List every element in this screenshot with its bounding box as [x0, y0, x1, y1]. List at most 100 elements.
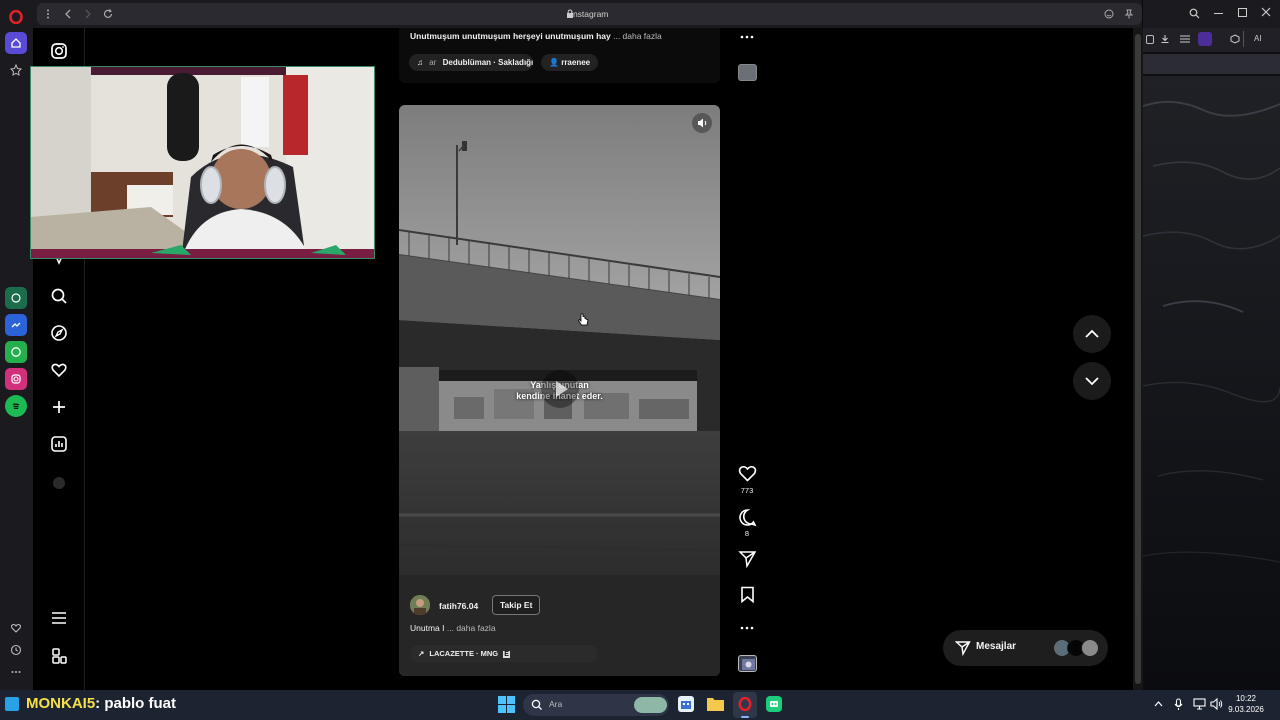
- search-icon[interactable]: [1189, 8, 1200, 19]
- secondary-window-titlebar: [1143, 0, 1280, 28]
- previous-more-options-icon[interactable]: [739, 30, 755, 44]
- previous-audio-prefix: ar: [429, 58, 437, 67]
- previous-audio-thumbnail[interactable]: [738, 64, 757, 81]
- previous-post-footer: Unutmuşum unutmuşum herşeyi unutmuşum ha…: [399, 28, 720, 83]
- instagram-logo-icon[interactable]: [50, 42, 68, 60]
- windows-taskbar: MONKAI5: pablo fuat Ara 10:22 9.03.2026: [0, 690, 1280, 720]
- emoji-icon[interactable]: [1104, 9, 1114, 19]
- previous-caption-text: Unutmuşum unutmuşum herşeyi unutmuşum ha…: [410, 31, 611, 41]
- address-bar[interactable]: Instagram: [37, 3, 1142, 25]
- play-icon: [556, 381, 568, 397]
- webcam-feed: [31, 67, 374, 258]
- dashboard-icon[interactable]: [50, 435, 68, 453]
- comment-bubble-icon[interactable]: [738, 508, 757, 527]
- clock-date: 9.03.2026: [1228, 705, 1264, 714]
- chat-text: : pablo fuat: [95, 695, 176, 712]
- whatsapp-icon[interactable]: [5, 341, 27, 363]
- store-app-icon[interactable]: [678, 696, 694, 712]
- more-options-icon[interactable]: [739, 621, 755, 635]
- next-reel-button[interactable]: [1073, 362, 1111, 400]
- secondary-toolbar: AI: [1143, 28, 1280, 52]
- chevron-down-icon: [1085, 377, 1099, 386]
- profile-avatar-nav[interactable]: [53, 477, 65, 489]
- opera-taskbar-icon: [738, 697, 752, 711]
- toolbar-divider: [1243, 31, 1244, 47]
- file-explorer-icon[interactable]: [707, 696, 724, 711]
- author-avatar[interactable]: [410, 595, 430, 615]
- chevron-up-icon: [1085, 329, 1099, 338]
- play-button[interactable]: [541, 370, 579, 408]
- menu-hamburger-icon[interactable]: [50, 610, 68, 626]
- notifications-heart-icon[interactable]: [50, 361, 68, 379]
- previous-audio-name: Dedublüman · Sakladığı: [442, 58, 533, 67]
- messenger-icon[interactable]: [5, 314, 27, 336]
- instagram-sidebar-icon[interactable]: [5, 368, 27, 390]
- speaker-icon: [698, 118, 707, 128]
- author-username[interactable]: fatih76.04: [439, 601, 478, 611]
- ai-label[interactable]: AI: [1254, 34, 1262, 43]
- close-icon[interactable]: [1261, 7, 1271, 17]
- taskbar-clock[interactable]: 10:22 9.03.2026: [1226, 693, 1266, 715]
- search-nav-icon[interactable]: [50, 287, 68, 305]
- maximize-icon[interactable]: [1238, 8, 1247, 17]
- opera-sidebar: [0, 0, 33, 690]
- previous-user-tag-name: rraenee: [561, 58, 591, 67]
- hand-cursor-icon: [577, 313, 589, 327]
- messages-button[interactable]: Mesajlar: [943, 630, 1108, 666]
- follow-button[interactable]: Takip Et: [492, 595, 541, 615]
- microphone-icon[interactable]: [1174, 698, 1183, 711]
- comment-count: 8: [744, 529, 750, 538]
- taskbar-search-icon: [531, 699, 543, 711]
- favorites-heart-icon[interactable]: [5, 617, 27, 639]
- speed-dial-icon[interactable]: [5, 59, 27, 81]
- opera-logo-icon[interactable]: [5, 6, 27, 28]
- taskbar-search[interactable]: Ara: [523, 694, 669, 716]
- reel-more-link[interactable]: ... daha fazla: [447, 623, 496, 633]
- home-icon[interactable]: [5, 32, 27, 54]
- previous-more-link[interactable]: ... daha fazla: [613, 31, 662, 41]
- dark-water-wallpaper: [1143, 76, 1280, 690]
- explicit-badge: E: [503, 651, 510, 658]
- cube-icon[interactable]: [1230, 34, 1240, 44]
- message-avatar-3: [1081, 639, 1099, 657]
- share-paperplane-icon[interactable]: [738, 550, 757, 568]
- opera-taskbar-button[interactable]: [733, 692, 757, 718]
- volume-icon[interactable]: [1210, 698, 1223, 710]
- chatgpt-icon[interactable]: [5, 287, 27, 309]
- download-icon[interactable]: [1160, 34, 1170, 44]
- minimize-icon[interactable]: [1214, 13, 1223, 14]
- streaming-app-icon[interactable]: [766, 696, 782, 712]
- tray-chevron-up-icon[interactable]: [1154, 700, 1163, 707]
- previous-user-tag[interactable]: 👤 rraenee: [541, 54, 599, 71]
- easy-setup-icon[interactable]: [1180, 35, 1190, 43]
- like-count: 773: [740, 486, 754, 495]
- mute-button[interactable]: [692, 113, 712, 133]
- stream-bot-icon: [5, 697, 19, 711]
- extension-icon[interactable]: [1146, 35, 1154, 44]
- webcam-overlay: [30, 66, 375, 259]
- reel-audio-thumbnail[interactable]: [738, 655, 757, 672]
- previous-reel-button[interactable]: [1073, 315, 1111, 353]
- profile-avatar[interactable]: [1198, 32, 1212, 46]
- sidebar-more-icon[interactable]: [5, 661, 27, 683]
- more-apps-icon[interactable]: [50, 647, 68, 665]
- save-bookmark-icon[interactable]: [740, 586, 755, 603]
- pin-icon[interactable]: [1124, 9, 1134, 19]
- feed-scrollbar[interactable]: [1133, 28, 1143, 690]
- history-clock-icon[interactable]: [5, 639, 27, 661]
- windows-start-icon[interactable]: [498, 696, 515, 713]
- clock-time: 10:22: [1235, 694, 1257, 703]
- reel-audio-pill[interactable]: ↗ LACAZETTE · MNG E: [410, 645, 598, 662]
- music-note-icon: ♫: [417, 58, 423, 67]
- explore-compass-icon[interactable]: [50, 324, 68, 342]
- reel-video[interactable]: Yanlış unutan kendine ihanet eder. fatih…: [399, 105, 720, 676]
- audio-arrow-icon: ↗: [418, 649, 425, 658]
- stream-chat-message: MONKAI5: pablo fuat: [26, 695, 176, 712]
- spotify-icon[interactable]: [5, 395, 27, 417]
- previous-audio-pill[interactable]: ♫ ar Dedublüman · Sakladığı: [409, 54, 533, 71]
- create-plus-icon[interactable]: [50, 398, 68, 416]
- network-icon[interactable]: [1193, 698, 1206, 710]
- user-tag-icon: 👤: [549, 58, 559, 67]
- like-heart-icon[interactable]: [738, 465, 757, 482]
- scrollbar-thumb[interactable]: [1135, 34, 1141, 684]
